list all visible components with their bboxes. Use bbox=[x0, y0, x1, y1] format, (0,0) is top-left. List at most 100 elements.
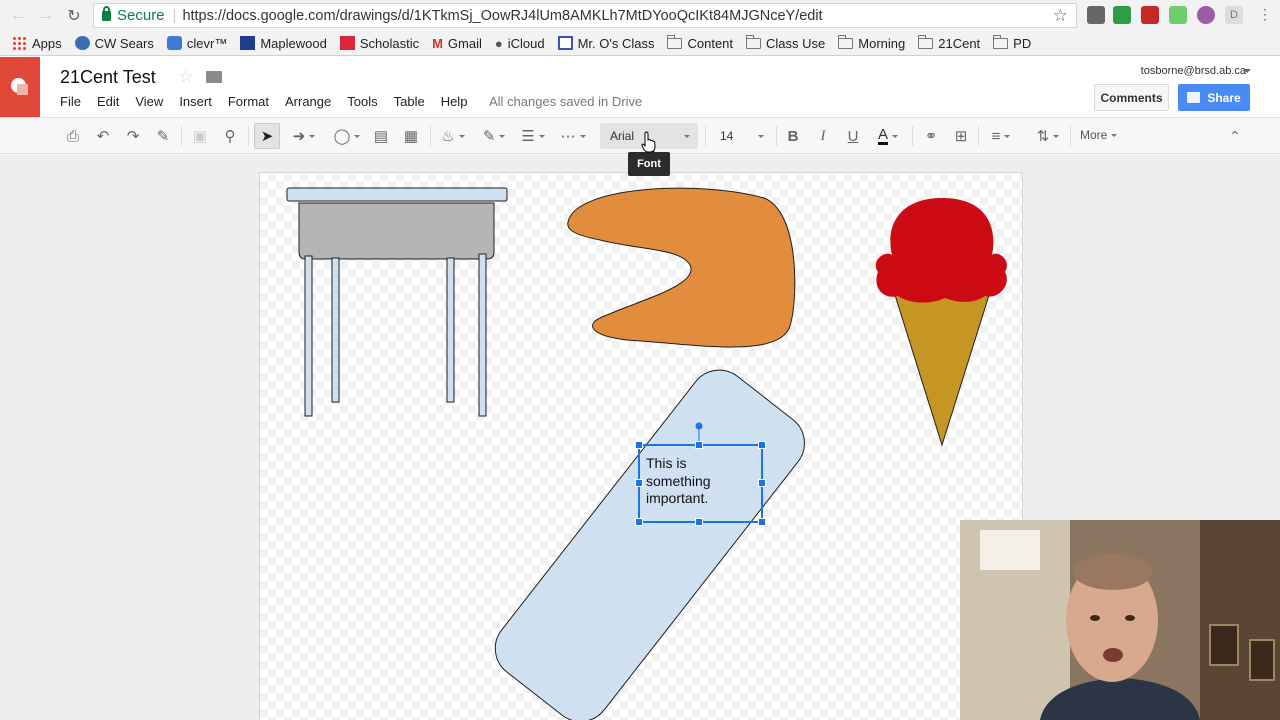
font-size-select[interactable]: 14 bbox=[712, 123, 770, 149]
bookmark-label: PD bbox=[1013, 35, 1032, 51]
keep-extension-icon[interactable] bbox=[1087, 6, 1105, 24]
italic-button[interactable]: I bbox=[812, 123, 834, 149]
profile-d-icon[interactable]: D bbox=[1225, 6, 1243, 24]
star-icon[interactable]: ☆ bbox=[178, 66, 194, 87]
bookmark-label: Mr. O's Class bbox=[577, 35, 655, 51]
insert-link-icon[interactable]: ⚭ bbox=[920, 123, 942, 149]
bookmark-label: Morning bbox=[858, 35, 906, 51]
border-weight-icon[interactable]: ☰ bbox=[516, 123, 550, 149]
save-status[interactable]: All changes saved in Drive bbox=[489, 94, 642, 109]
share-label: Share bbox=[1207, 90, 1241, 105]
more-label: More bbox=[1080, 128, 1108, 142]
align-icon[interactable]: ≡ bbox=[984, 123, 1018, 149]
collapse-chevron-icon[interactable]: ⌃ bbox=[1224, 123, 1246, 149]
drawings-logo-icon[interactable] bbox=[0, 57, 40, 117]
text-box-content[interactable]: This is something important. bbox=[646, 455, 746, 508]
menu-format[interactable]: Format bbox=[228, 94, 269, 109]
folder-icon bbox=[837, 34, 854, 49]
webcam-overlay bbox=[960, 520, 1280, 720]
underline-button[interactable]: U bbox=[842, 123, 864, 149]
zoom-fit-icon[interactable]: ▣ bbox=[189, 123, 211, 149]
menu-table[interactable]: Table bbox=[394, 94, 425, 109]
clever-icon bbox=[166, 36, 182, 50]
select-pointer-icon[interactable]: ➤ bbox=[254, 123, 280, 149]
shape-tool-icon[interactable]: ◯ bbox=[330, 123, 364, 149]
bookmark-label: Class Use bbox=[766, 35, 826, 51]
line-tool-icon[interactable]: ➜ bbox=[286, 123, 322, 149]
text-line-1: This is bbox=[646, 455, 687, 471]
more-button[interactable]: More bbox=[1080, 128, 1118, 142]
bookmark-folder-content[interactable]: Content bbox=[666, 34, 733, 51]
border-color-icon[interactable]: ✎ bbox=[478, 123, 510, 149]
bookmark-mr-os-class[interactable]: Mr. O's Class bbox=[557, 35, 655, 51]
paint-format-icon[interactable]: ✎ bbox=[152, 123, 174, 149]
zoom-icon[interactable]: ⚲ bbox=[219, 123, 241, 149]
cw-sears-icon bbox=[74, 36, 90, 50]
text-line-2-highlighted: something bbox=[646, 472, 746, 491]
forward-icon[interactable]: → bbox=[32, 2, 60, 30]
profile-extension-icon[interactable] bbox=[1197, 6, 1215, 24]
line-spacing-icon[interactable]: ⇅ bbox=[1030, 123, 1066, 149]
classroom-extension-icon[interactable] bbox=[1113, 6, 1131, 24]
drawing-canvas[interactable] bbox=[259, 172, 1023, 720]
fill-color-icon[interactable]: ♨ bbox=[436, 123, 470, 149]
print-icon[interactable]: ⎙ bbox=[62, 123, 84, 149]
account-email[interactable]: tosborne@brsd.ab.ca bbox=[1141, 65, 1246, 77]
bold-button[interactable]: B bbox=[782, 123, 804, 149]
comments-button[interactable]: Comments bbox=[1094, 84, 1169, 111]
bookmark-cw-sears[interactable]: CW Sears bbox=[74, 35, 154, 51]
text-color-dropdown-icon bbox=[892, 134, 898, 138]
text-box-icon[interactable]: ▤ bbox=[370, 123, 392, 149]
bookmark-label: clevr™ bbox=[186, 35, 228, 51]
share-button[interactable]: Share bbox=[1178, 84, 1250, 111]
bookmark-folder-morning[interactable]: Morning bbox=[837, 34, 906, 51]
apple-icon: ● bbox=[494, 35, 503, 51]
document-title[interactable]: 21Cent Test bbox=[60, 67, 156, 88]
image-icon[interactable]: ▦ bbox=[400, 123, 422, 149]
reload-icon[interactable]: ↻ bbox=[60, 2, 88, 30]
menu-edit[interactable]: Edit bbox=[97, 94, 119, 109]
screencastify-extension-icon[interactable] bbox=[1169, 6, 1187, 24]
url-field[interactable]: Secure | https://docs.google.com/drawing… bbox=[93, 3, 1077, 28]
border-dash-icon[interactable]: ⋯ bbox=[556, 123, 590, 149]
toolbar-divider bbox=[912, 126, 913, 146]
bookmark-folder-class-use[interactable]: Class Use bbox=[745, 34, 826, 51]
bookmark-icloud[interactable]: ● iCloud bbox=[495, 36, 545, 51]
bookmark-label: Gmail bbox=[447, 35, 482, 51]
menu-tools[interactable]: Tools bbox=[347, 94, 377, 109]
toolbar-divider bbox=[430, 126, 431, 146]
bookmark-scholastic[interactable]: Scholastic bbox=[339, 36, 419, 51]
add-comment-icon[interactable]: ⊞ bbox=[950, 123, 972, 149]
bookmark-star-icon[interactable]: ☆ bbox=[1053, 6, 1068, 26]
chrome-menu-icon[interactable]: ⋮ bbox=[1258, 6, 1272, 23]
menu-view[interactable]: View bbox=[135, 94, 163, 109]
menu-arrange[interactable]: Arrange bbox=[285, 94, 331, 109]
docs-header: 21Cent Test ☆ File Edit View Insert Form… bbox=[0, 57, 1280, 117]
toolbar-divider bbox=[978, 126, 979, 146]
menu-help[interactable]: Help bbox=[441, 94, 468, 109]
text-line-3: important. bbox=[646, 490, 709, 506]
share-people-icon bbox=[1187, 92, 1201, 103]
folder-icon bbox=[992, 34, 1009, 49]
bookmark-clever[interactable]: clevr™ bbox=[166, 35, 228, 51]
bookmark-label: Maplewood bbox=[260, 35, 327, 51]
toolbar-divider bbox=[776, 126, 777, 146]
bookmark-apps[interactable]: Apps bbox=[12, 36, 62, 51]
video-extension-icon[interactable] bbox=[1141, 6, 1159, 24]
back-icon[interactable]: ← bbox=[4, 2, 32, 30]
menu-file[interactable]: File bbox=[60, 94, 81, 109]
menu-bar: File Edit View Insert Format Arrange Too… bbox=[60, 94, 483, 109]
redo-icon[interactable]: ↷ bbox=[122, 123, 144, 149]
account-dropdown-icon[interactable] bbox=[1243, 69, 1251, 73]
bookmark-gmail[interactable]: M Gmail bbox=[432, 36, 482, 51]
menu-insert[interactable]: Insert bbox=[179, 94, 212, 109]
bookmark-maplewood[interactable]: Maplewood bbox=[240, 36, 327, 51]
bookmark-folder-pd[interactable]: PD bbox=[992, 34, 1032, 51]
bookmark-folder-21cent[interactable]: 21Cent bbox=[917, 34, 980, 51]
move-to-folder-icon[interactable] bbox=[206, 71, 222, 83]
bookmark-label: CW Sears bbox=[94, 35, 154, 51]
folder-icon bbox=[666, 34, 683, 49]
bookmark-label: Apps bbox=[32, 35, 62, 51]
text-color-button[interactable]: A bbox=[870, 123, 906, 149]
undo-icon[interactable]: ↶ bbox=[92, 123, 114, 149]
